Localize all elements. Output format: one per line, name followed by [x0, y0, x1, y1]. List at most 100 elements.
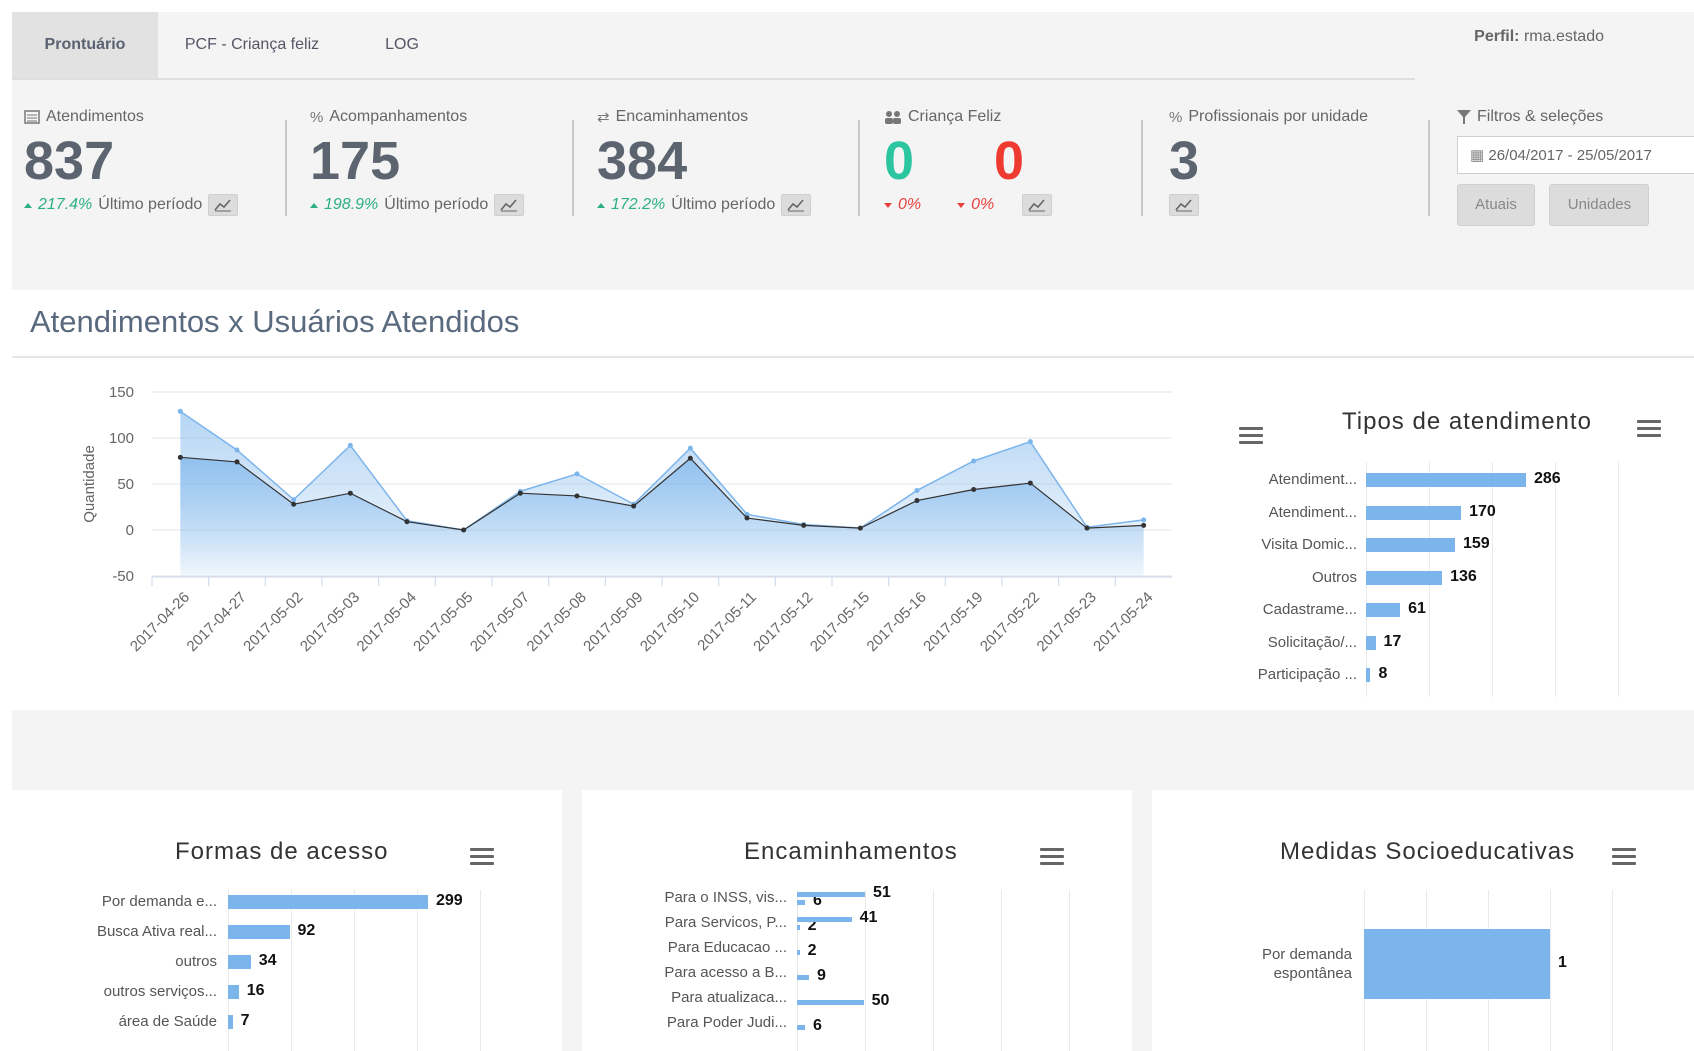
data-point[interactable] [517, 490, 523, 496]
data-point[interactable] [914, 487, 920, 493]
data-point[interactable] [234, 459, 240, 465]
bar[interactable] [1366, 505, 1462, 520]
bar-value-label: 299 [436, 892, 463, 909]
chart-button-profissionais[interactable] [1169, 194, 1199, 216]
data-point[interactable] [687, 445, 693, 451]
data-point[interactable] [1027, 480, 1033, 486]
data-point[interactable] [857, 525, 863, 531]
data-point[interactable] [971, 487, 977, 493]
bar[interactable] [797, 916, 852, 922]
kpi-divider [1141, 120, 1143, 216]
data-point[interactable] [687, 455, 693, 461]
encaminhamentos-chart-menu-icon[interactable] [1040, 848, 1064, 868]
bar[interactable] [797, 949, 800, 955]
bar-category-label: Solicitação/... [1267, 633, 1357, 651]
bar[interactable] [1364, 929, 1550, 999]
bar[interactable] [797, 899, 805, 905]
bar[interactable] [797, 1024, 805, 1030]
x-tick-label: 2017-05-08 [524, 589, 590, 655]
kpi-crianca-feliz-values: 0 0 [884, 130, 1124, 192]
bar[interactable] [797, 999, 864, 1005]
line-chart-icon [500, 199, 518, 212]
filters-label: Filtros & seleções [1477, 108, 1604, 125]
bar[interactable] [1366, 635, 1376, 650]
bar[interactable] [1366, 473, 1526, 487]
bar[interactable] [228, 955, 251, 969]
data-point[interactable] [404, 519, 410, 525]
kpi-divider [858, 120, 860, 216]
data-point[interactable] [234, 447, 240, 453]
tab-pcf-crianca-feliz[interactable]: PCF - Criança feliz [172, 12, 332, 78]
data-point[interactable] [461, 527, 467, 533]
data-point[interactable] [801, 522, 807, 528]
bar[interactable] [228, 925, 290, 939]
date-range-picker[interactable]: ▦ 26/04/2017 - 25/05/2017 [1457, 136, 1694, 174]
data-point[interactable] [914, 498, 920, 504]
bar-value-label: 136 [1450, 567, 1477, 585]
data-point[interactable] [347, 490, 353, 496]
tipos-chart-menu-icon[interactable] [1637, 420, 1661, 440]
chart-button-atendimentos[interactable] [208, 194, 239, 216]
data-point[interactable] [744, 515, 750, 521]
x-tick-label: 2017-05-12 [750, 589, 816, 655]
bar-value-label: 34 [258, 952, 277, 969]
data-point[interactable] [1027, 439, 1033, 445]
bar-category-label: Cadastrame... [1262, 601, 1357, 618]
area-chart-menu-icon[interactable] [1239, 427, 1263, 447]
data-point[interactable] [291, 497, 297, 503]
data-point[interactable] [347, 442, 353, 448]
atuais-button[interactable]: Atuais [1457, 184, 1535, 226]
x-tick-label: 2017-04-26 [127, 589, 193, 655]
grid-line [1555, 462, 1556, 697]
kpi-acompanhamentos-label: Acompanhamentos [329, 108, 468, 125]
bar[interactable] [1366, 668, 1371, 682]
tab-prontuario[interactable]: Prontuário [12, 12, 158, 78]
bar[interactable] [797, 891, 865, 897]
dashboard-page: Prontuário PCF - Criança feliz LOG Perfi… [12, 12, 1694, 1051]
encaminhamentos-chart-title: Encaminhamentos [744, 838, 958, 865]
data-point[interactable] [291, 501, 297, 507]
bar[interactable] [1366, 570, 1443, 585]
bar[interactable] [1366, 538, 1455, 552]
data-point[interactable] [631, 503, 637, 509]
bar-value-label: 61 [1408, 600, 1426, 617]
data-point[interactable] [1141, 522, 1147, 528]
data-point[interactable] [1141, 517, 1147, 523]
bar[interactable] [228, 985, 239, 999]
formas-chart-menu-icon[interactable] [470, 848, 494, 868]
bar-category-label: Para Educacao ... [667, 939, 787, 956]
bar[interactable] [228, 1015, 233, 1029]
unidades-button[interactable]: Unidades [1549, 184, 1650, 226]
bar-category-label: Para Poder Judi... [666, 1014, 787, 1031]
x-tick-label: 2017-05-16 [864, 589, 930, 655]
bar-value-label: 17 [1383, 632, 1402, 650]
bar[interactable] [1366, 603, 1401, 617]
grid-line [480, 890, 481, 1051]
kpi-acompanhamentos: % Acompanhamentos 175 198.9% Último perí… [310, 108, 570, 238]
profile-value: rma.estado [1523, 28, 1604, 45]
medidas-chart-menu-icon[interactable] [1612, 848, 1636, 868]
kpi-atendimentos-value: 837 [24, 131, 115, 191]
bar-value-label: 8 [1378, 665, 1388, 682]
x-tick-label: 2017-05-09 [580, 589, 646, 655]
bar[interactable] [228, 895, 428, 909]
kpi-atendimentos-period: Último período [98, 196, 203, 213]
bar[interactable] [797, 924, 800, 930]
trend-up-icon [310, 202, 318, 208]
data-point[interactable] [574, 471, 580, 477]
bar[interactable] [797, 974, 809, 980]
data-point[interactable] [971, 458, 977, 464]
bar-value-label: 1 [1558, 954, 1567, 971]
data-point[interactable] [574, 493, 580, 499]
data-point[interactable] [1084, 525, 1090, 531]
x-tick-label: 2017-05-15 [807, 589, 873, 655]
chart-button-crianca-feliz[interactable] [1022, 194, 1053, 216]
data-point[interactable] [177, 454, 183, 460]
formas-panel: Formas de acesso Por demanda e... 299 Busc… [12, 790, 562, 1051]
chart-button-acompanhamentos[interactable] [494, 194, 525, 216]
data-point[interactable] [177, 408, 183, 414]
tab-log[interactable]: LOG [372, 12, 432, 78]
kpi-crianca-feliz: Criança Feliz 0 0 0% 0% [884, 108, 1124, 238]
chart-button-encaminhamentos[interactable] [781, 194, 812, 216]
kpi-profissionais-label: Profissionais por unidade [1188, 108, 1369, 125]
